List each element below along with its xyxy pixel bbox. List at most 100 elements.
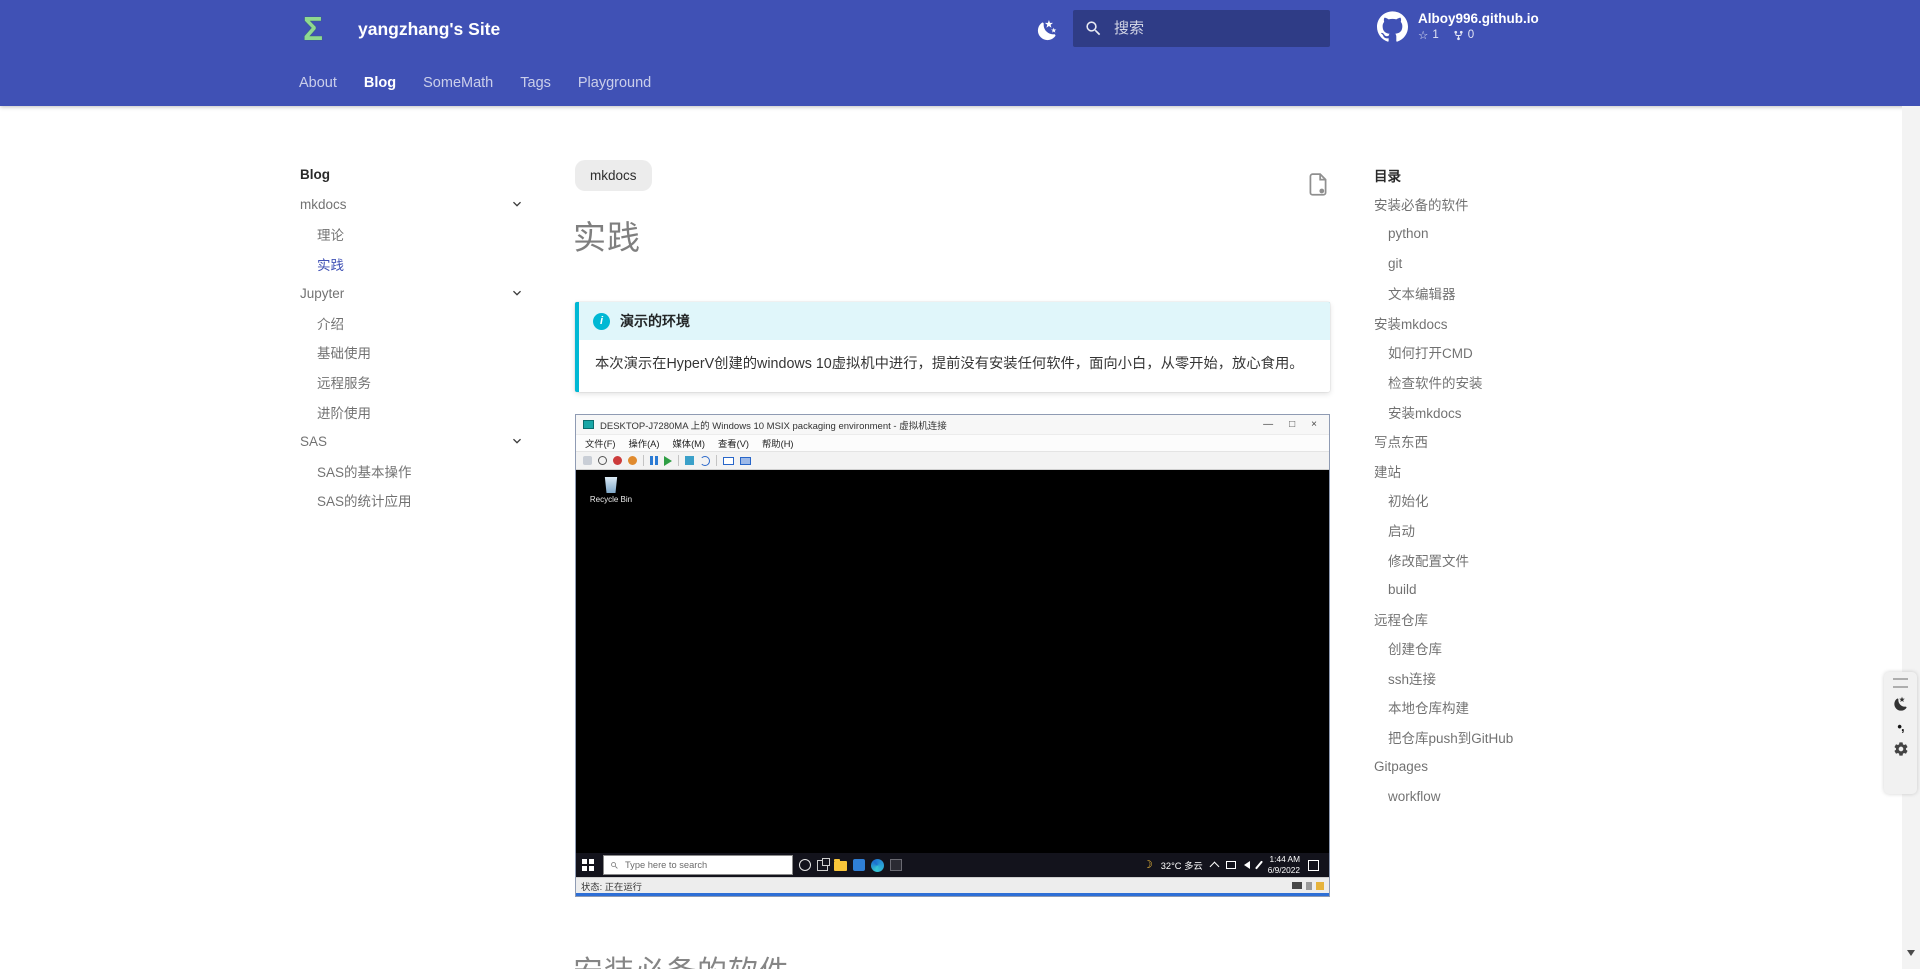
toc-item[interactable]: ssh连接 [1374, 663, 1564, 693]
tab-somemath[interactable]: SomeMath [423, 75, 493, 91]
toc-title: 目录 [1374, 160, 1564, 190]
tray-time: 1:44 AM [1270, 854, 1300, 864]
toc-item[interactable]: 把仓库push到GitHub [1374, 722, 1564, 752]
recycle-bin-desktop-icon: Recycle Bin [589, 477, 633, 505]
ctrl-alt-del-icon [583, 456, 592, 465]
toc-item[interactable]: git [1374, 249, 1564, 279]
usb-status-icon [1306, 882, 1312, 890]
pause-icon [650, 456, 658, 465]
page-title: 实践 [573, 211, 641, 259]
recycle-bin-icon [604, 477, 618, 493]
tag-chip-mkdocs[interactable]: mkdocs [575, 160, 652, 191]
vm-window-controls: — □ × [1263, 419, 1322, 430]
toc-item[interactable]: python [1374, 219, 1564, 249]
sidebar-section-title: Blog [300, 160, 532, 190]
drag-handle-icon[interactable] [1893, 678, 1908, 688]
gear-icon[interactable] [1893, 741, 1909, 757]
toc-item[interactable]: 创建仓库 [1374, 634, 1564, 664]
minimize-icon: — [1263, 419, 1273, 430]
repo-name: Alboy996.github.io [1418, 11, 1539, 26]
scrollbar-down-arrow[interactable] [1907, 950, 1915, 960]
toc-item[interactable]: 安装mkdocs [1374, 397, 1564, 427]
scrollbar-track[interactable] [1902, 106, 1920, 969]
toc-item[interactable]: 文本编辑器 [1374, 278, 1564, 308]
info-icon: i [593, 313, 610, 330]
toc-item[interactable]: 检查软件的安装 [1374, 367, 1564, 397]
info-admonition: i 演示的环境 本次演示在HyperV创建的windows 10虚拟机中进行，提… [575, 302, 1330, 392]
sidebar-item-shijian-active[interactable]: 实践 [300, 249, 532, 279]
theme-toggle-button[interactable] [1030, 13, 1064, 47]
repo-meta: Alboy996.github.io ☆ 1 0 [1418, 11, 1539, 42]
toc-item[interactable]: 远程仓库 [1374, 604, 1564, 634]
search-icon [1084, 19, 1103, 38]
site-logo-sigma-icon[interactable]: Σ [293, 9, 333, 49]
tab-blog[interactable]: Blog [364, 75, 396, 91]
toc-item[interactable]: 初始化 [1374, 486, 1564, 516]
tab-tags[interactable]: Tags [520, 75, 551, 91]
toc-item[interactable]: Gitpages [1374, 752, 1564, 782]
toc-item[interactable]: 安装mkdocs [1374, 308, 1564, 338]
punctuation-tool-icon[interactable]: •, [1897, 720, 1903, 733]
toc-item[interactable]: 如何打开CMD [1374, 338, 1564, 368]
vm-menubar: 文件(F) 操作(A) 媒体(M) 查看(V) 帮助(H) [576, 434, 1329, 451]
display-icon [740, 457, 751, 465]
search-input[interactable] [1112, 19, 1319, 38]
vm-menu-media: 媒体(M) [672, 436, 705, 450]
chevron-down-icon[interactable] [509, 285, 525, 301]
dark-mode-moon-icon[interactable] [1893, 696, 1909, 712]
sidebar-item-jichushiyong[interactable]: 基础使用 [300, 338, 532, 368]
toc-item[interactable]: build [1374, 574, 1564, 604]
vm-menu-view: 查看(V) [718, 436, 749, 450]
close-icon: × [1311, 419, 1317, 430]
toc-item[interactable]: 写点东西 [1374, 426, 1564, 456]
repo-link[interactable]: Alboy996.github.io ☆ 1 0 [1377, 11, 1539, 42]
maximize-icon: □ [1289, 419, 1295, 430]
turn-off-icon [613, 456, 622, 465]
toc-item[interactable]: 修改配置文件 [1374, 545, 1564, 575]
toc-item[interactable]: 本地仓库构建 [1374, 693, 1564, 723]
admonition-title: 演示的环境 [620, 311, 690, 331]
search-box[interactable] [1073, 10, 1330, 47]
vm-toolbar [576, 451, 1329, 470]
sidebar-item-jinjieshiyong[interactable]: 进阶使用 [300, 397, 532, 427]
tab-playground[interactable]: Playground [578, 75, 651, 91]
sidebar-item-jieshao[interactable]: 介绍 [300, 308, 532, 338]
vm-desktop: Recycle Bin [576, 470, 1329, 853]
chevron-down-icon[interactable] [509, 433, 525, 449]
sidebar-item-yuanchengfuwu[interactable]: 远程服务 [300, 367, 532, 397]
power-icon [598, 456, 607, 465]
edge-icon [871, 859, 884, 872]
site-header: Σ yangzhang's Site Alboy996.github.io ☆ … [0, 0, 1920, 106]
github-icon [1377, 11, 1408, 42]
sidebar-item-jupyter[interactable]: Jupyter [300, 278, 532, 308]
toc-item[interactable]: 建站 [1374, 456, 1564, 486]
file-explorer-icon [834, 861, 847, 871]
vm-menu-action: 操作(A) [628, 436, 659, 450]
sidebar-item-lilun[interactable]: 理论 [300, 219, 532, 249]
sidebar-item-mkdocs[interactable]: mkdocs [300, 190, 532, 220]
toc-item[interactable]: workflow [1374, 781, 1564, 811]
admonition-title-row: i 演示的环境 [579, 302, 1330, 340]
vm-status-text: 状态: 正在运行 [581, 879, 642, 893]
tab-about[interactable]: About [299, 75, 337, 91]
vm-screenshot: DESKTOP-J7280MA 上的 Windows 10 MSIX packa… [575, 414, 1330, 897]
chevron-down-icon[interactable] [509, 196, 525, 212]
vm-statusbar: 状态: 正在运行 [576, 877, 1329, 893]
toc-item[interactable]: 启动 [1374, 515, 1564, 545]
view-source-icon[interactable] [1305, 170, 1331, 200]
sidebar-item-sas[interactable]: SAS [300, 426, 532, 456]
toolbar-separator [643, 455, 644, 466]
vm-taskbar: Type here to search ☽ 32°C 多云 1:44 AM 6/… [576, 853, 1329, 877]
toc-item[interactable]: 安装必备的软件 [1374, 190, 1564, 220]
vm-system-tray: ☽ 32°C 多云 1:44 AM 6/9/2022 [1143, 854, 1324, 876]
weather-moon-icon: ☽ [1143, 860, 1153, 871]
star-icon: ☆ [1418, 28, 1428, 42]
repo-star-count: 1 [1432, 29, 1438, 41]
sidebar-item-sas-stats[interactable]: SAS的统计应用 [300, 486, 532, 516]
sidebar-item-sas-basic[interactable]: SAS的基本操作 [300, 456, 532, 486]
vm-menu-file: 文件(F) [585, 436, 615, 450]
toolbar-separator [716, 455, 717, 466]
shield-status-icon [1316, 882, 1324, 890]
site-title[interactable]: yangzhang's Site [358, 0, 500, 58]
vm-taskbar-search: Type here to search [603, 855, 793, 875]
